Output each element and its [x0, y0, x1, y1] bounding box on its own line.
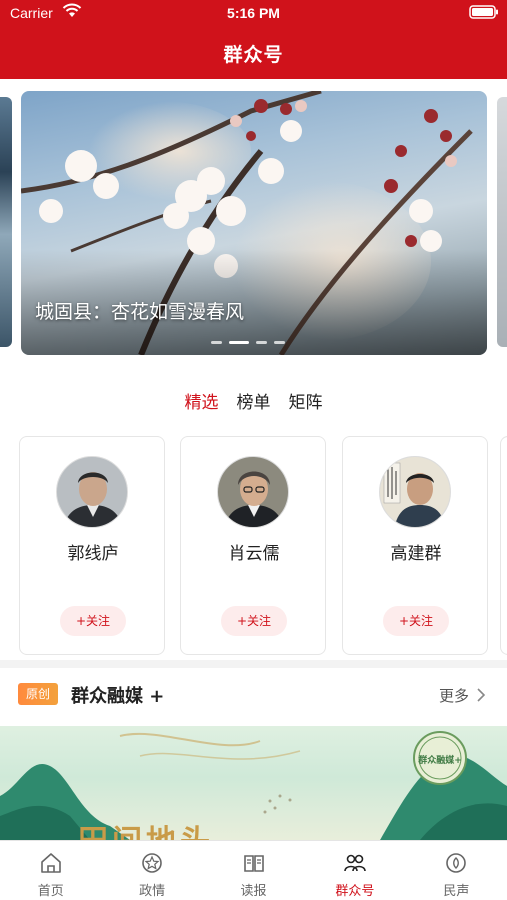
bottom-navigation: 首页 政情 读报 群众号 民声	[0, 840, 507, 900]
nav-label: 首页	[37, 884, 64, 899]
nav-label: 政情	[139, 884, 166, 899]
account-card[interactable]: 郭线庐 +关注	[19, 436, 165, 655]
account-card[interactable]: 高建群 +关注	[342, 436, 488, 655]
section-divider	[0, 660, 507, 668]
carousel-next-slide[interactable]	[497, 97, 507, 347]
top-header: Carrier 5:16 PM 群众号	[0, 0, 507, 79]
more-link[interactable]: 更多	[439, 685, 469, 706]
account-card[interactable]: 肖云儒 +关注	[180, 436, 326, 655]
tab-matrix[interactable]: 矩阵	[289, 388, 323, 416]
section-title: 群众融媒 +	[71, 686, 165, 707]
account-name: 肖云儒	[228, 544, 280, 564]
banner-seal-text: 群众融媒+	[418, 756, 462, 766]
chevron-right-icon[interactable]	[475, 685, 487, 705]
account-card-peek[interactable]	[500, 436, 507, 655]
account-card-list[interactable]: 郭线庐 +关注 肖云儒 +关注 高建群 +关注	[0, 436, 507, 656]
tab-ranking[interactable]: 榜单	[237, 388, 271, 416]
app-screen: Carrier 5:16 PM 群众号 城固县：杏花如雪漫春风 精选 榜单 矩阵…	[0, 0, 507, 900]
follow-button[interactable]: +关注	[383, 606, 449, 636]
banner-headline: 田间地头	[78, 816, 214, 840]
page-title: 群众号	[223, 44, 284, 66]
account-name: 郭线庐	[67, 544, 119, 564]
banner-carousel[interactable]: 城固县：杏花如雪漫春风	[0, 91, 507, 355]
carousel-pagination	[211, 341, 285, 345]
avatar-image	[57, 457, 127, 527]
carousel-dot[interactable]	[256, 341, 267, 344]
follow-button[interactable]: +关注	[60, 606, 126, 636]
account-name: 高建群	[390, 544, 442, 564]
newspaper-icon	[243, 855, 264, 872]
original-badge: 原创	[18, 683, 58, 705]
avatar-image	[380, 457, 450, 527]
avatar-image	[218, 457, 288, 527]
status-time: 5:16 PM	[227, 5, 280, 21]
battery-icon	[469, 5, 498, 19]
nav-item-government[interactable]: 政情	[101, 841, 202, 900]
people-icon	[344, 854, 366, 872]
nav-label: 民声	[443, 884, 470, 899]
nav-label: 群众号	[335, 884, 375, 899]
carousel-prev-slide[interactable]	[0, 97, 12, 347]
voice-icon	[446, 853, 467, 873]
avatar[interactable]	[56, 456, 128, 528]
carousel-caption: 城固县：杏花如雪漫春风	[35, 301, 245, 323]
nav-item-newspaper[interactable]: 读报	[203, 841, 304, 900]
government-icon	[142, 853, 162, 873]
section-header: 原创 群众融媒 + 更多	[0, 676, 507, 714]
tab-featured[interactable]: 精选	[185, 388, 219, 416]
landscape-illustration	[0, 731, 507, 840]
carousel-slide[interactable]: 城固县：杏花如雪漫春风	[21, 91, 487, 355]
nav-item-voice[interactable]: 民声	[406, 841, 507, 900]
avatar[interactable]	[379, 456, 451, 528]
carousel-dot-active[interactable]	[229, 341, 249, 344]
content-tabs: 精选 榜单 矩阵	[0, 388, 507, 416]
status-bar: Carrier 5:16 PM	[0, 0, 507, 28]
nav-label: 读报	[240, 884, 267, 899]
avatar[interactable]	[217, 456, 289, 528]
nav-item-home[interactable]: 首页	[0, 841, 101, 900]
nav-item-people[interactable]: 群众号	[304, 841, 405, 900]
carousel-dot[interactable]	[211, 341, 222, 344]
promo-banner[interactable]: 群众融媒+ 田间地头	[0, 726, 507, 840]
follow-button[interactable]: +关注	[221, 606, 287, 636]
carousel-dot[interactable]	[274, 341, 285, 344]
home-icon	[40, 853, 61, 873]
